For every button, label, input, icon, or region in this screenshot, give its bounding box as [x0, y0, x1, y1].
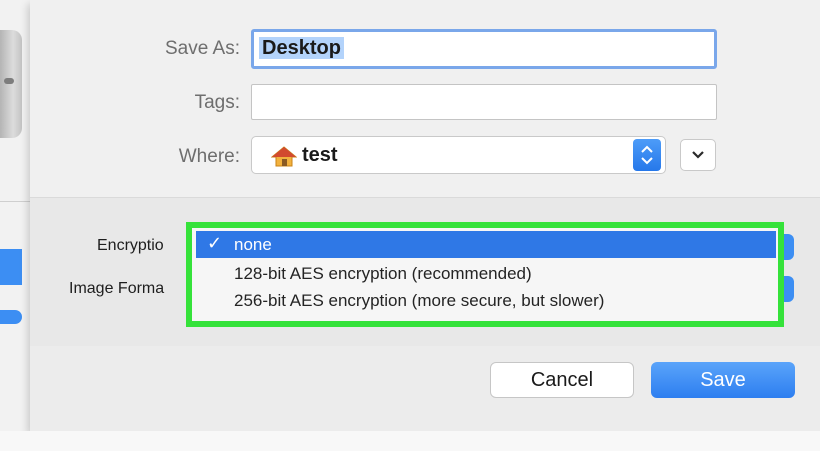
- image-format-label: Image Forma: [69, 280, 165, 297]
- tags-input[interactable]: [251, 84, 717, 120]
- up-down-chevron-icon: [641, 145, 653, 165]
- chevron-down-icon: [692, 151, 704, 159]
- expand-button[interactable]: [680, 139, 716, 171]
- tags-label: Tags:: [194, 92, 240, 113]
- save-as-value: Desktop: [259, 37, 344, 59]
- highlight-annotation-box: [186, 222, 784, 327]
- where-stepper[interactable]: [633, 139, 661, 171]
- background-divider: [0, 201, 30, 202]
- where-label: Where:: [178, 146, 240, 167]
- cancel-button[interactable]: Cancel: [490, 362, 634, 398]
- home-icon: [271, 146, 297, 167]
- window-bottom-edge: [0, 431, 820, 451]
- save-as-input[interactable]: Desktop: [251, 29, 717, 69]
- background-selection: [0, 249, 22, 285]
- disk-icon: [0, 30, 22, 138]
- background-selection-tab: [0, 310, 22, 324]
- encryption-label: Encryptio: [97, 237, 164, 254]
- save-button[interactable]: Save: [651, 362, 795, 398]
- where-value: test: [302, 144, 338, 166]
- save-as-label: Save As:: [165, 38, 240, 59]
